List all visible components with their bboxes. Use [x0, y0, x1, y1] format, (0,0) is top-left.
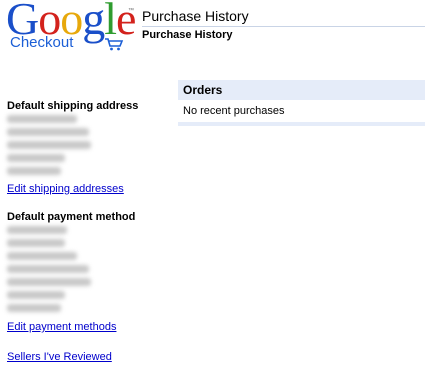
blurred-address-line — [7, 152, 65, 163]
edit-shipping-addresses-link[interactable]: Edit shipping addresses — [7, 183, 124, 195]
orders-empty-message: No recent purchases — [183, 105, 285, 117]
logo-trademark: ™ — [128, 8, 134, 14]
header-divider — [142, 26, 425, 27]
blurred-address-line — [7, 126, 89, 137]
blurred-payment-line — [7, 224, 67, 235]
orders-heading: Orders — [178, 80, 425, 100]
blurred-address-line — [7, 113, 77, 124]
google-checkout-logo[interactable]: Google ™ Checkout — [4, 0, 136, 52]
orders-panel: Orders No recent purchases — [178, 80, 425, 126]
shopping-cart-icon — [105, 38, 124, 51]
shipping-address-heading: Default shipping address — [7, 100, 139, 112]
blurred-payment-line — [7, 237, 65, 248]
blurred-payment-line — [7, 276, 91, 287]
sellers-reviewed-link[interactable]: Sellers I've Reviewed — [7, 351, 112, 363]
payment-method-heading: Default payment method — [7, 211, 136, 223]
page-subtitle: Purchase History — [142, 29, 233, 41]
page-title: Purchase History — [142, 8, 249, 24]
blurred-payment-line — [7, 263, 89, 274]
blurred-payment-line — [7, 289, 65, 300]
logo-checkout-text: Checkout — [10, 34, 74, 51]
edit-payment-methods-link[interactable]: Edit payment methods — [7, 321, 116, 333]
blurred-address-line — [7, 165, 61, 176]
blurred-address-line — [7, 139, 91, 150]
blurred-payment-line — [7, 302, 61, 313]
blurred-payment-line — [7, 250, 77, 261]
orders-footer-bar — [178, 122, 425, 126]
